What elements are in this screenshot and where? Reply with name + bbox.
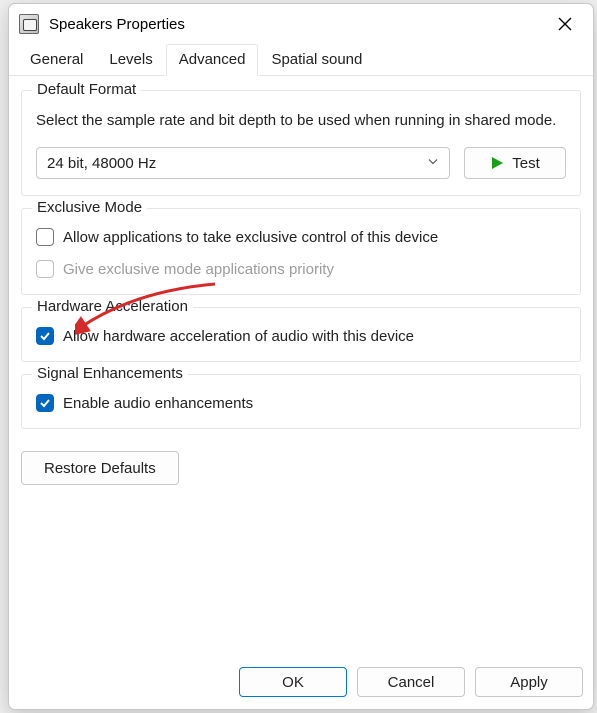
exclusive-mode-group: Exclusive Mode Allow applications to tak… <box>21 208 581 295</box>
restore-defaults-label: Restore Defaults <box>44 460 156 477</box>
default-format-description: Select the sample rate and bit depth to … <box>36 111 566 131</box>
apply-label: Apply <box>510 674 548 691</box>
speakers-icon <box>19 14 39 34</box>
tab-strip: General Levels Advanced Spatial sound <box>9 44 593 76</box>
dialog-button-row: OK Cancel Apply <box>9 657 593 709</box>
tab-label: General <box>30 51 83 68</box>
group-legend: Hardware Acceleration <box>32 298 193 315</box>
hardware-accel-label: Allow hardware acceleration of audio wit… <box>63 328 414 345</box>
tab-general[interactable]: General <box>17 44 96 76</box>
default-format-group: Default Format Select the sample rate an… <box>21 90 581 196</box>
tab-content: Default Format Select the sample rate an… <box>9 76 593 657</box>
speakers-properties-dialog: Speakers Properties General Levels Advan… <box>8 3 594 710</box>
group-legend: Signal Enhancements <box>32 365 188 382</box>
allow-exclusive-checkbox[interactable] <box>36 228 54 246</box>
tab-label: Advanced <box>179 51 246 68</box>
tab-label: Spatial sound <box>271 51 362 68</box>
close-button[interactable] <box>543 9 587 39</box>
window-title: Speakers Properties <box>49 16 543 33</box>
titlebar: Speakers Properties <box>9 4 593 44</box>
test-button[interactable]: Test <box>464 147 566 179</box>
tab-levels[interactable]: Levels <box>96 44 165 76</box>
cancel-label: Cancel <box>388 674 435 691</box>
allow-exclusive-label: Allow applications to take exclusive con… <box>63 229 438 246</box>
restore-defaults-button[interactable]: Restore Defaults <box>21 451 179 485</box>
play-icon <box>490 156 504 170</box>
cancel-button[interactable]: Cancel <box>357 667 465 697</box>
close-icon <box>558 17 572 31</box>
tab-advanced[interactable]: Advanced <box>166 44 259 76</box>
group-legend: Default Format <box>32 81 141 98</box>
signal-enhancements-group: Signal Enhancements Enable audio enhance… <box>21 374 581 429</box>
ok-label: OK <box>282 674 304 691</box>
sample-rate-select[interactable]: 24 bit, 48000 Hz <box>36 147 450 179</box>
enable-enhancements-checkbox[interactable] <box>36 394 54 412</box>
enable-enhancements-label: Enable audio enhancements <box>63 395 253 412</box>
chevron-down-icon <box>427 155 439 172</box>
test-button-label: Test <box>512 155 540 172</box>
hardware-acceleration-group: Hardware Acceleration Allow hardware acc… <box>21 307 581 362</box>
tab-label: Levels <box>109 51 152 68</box>
hardware-accel-checkbox[interactable] <box>36 327 54 345</box>
group-legend: Exclusive Mode <box>32 199 147 216</box>
apply-button[interactable]: Apply <box>475 667 583 697</box>
select-value: 24 bit, 48000 Hz <box>47 155 156 172</box>
exclusive-priority-label: Give exclusive mode applications priorit… <box>63 261 334 278</box>
ok-button[interactable]: OK <box>239 667 347 697</box>
exclusive-priority-checkbox <box>36 260 54 278</box>
tab-spatial-sound[interactable]: Spatial sound <box>258 44 375 76</box>
